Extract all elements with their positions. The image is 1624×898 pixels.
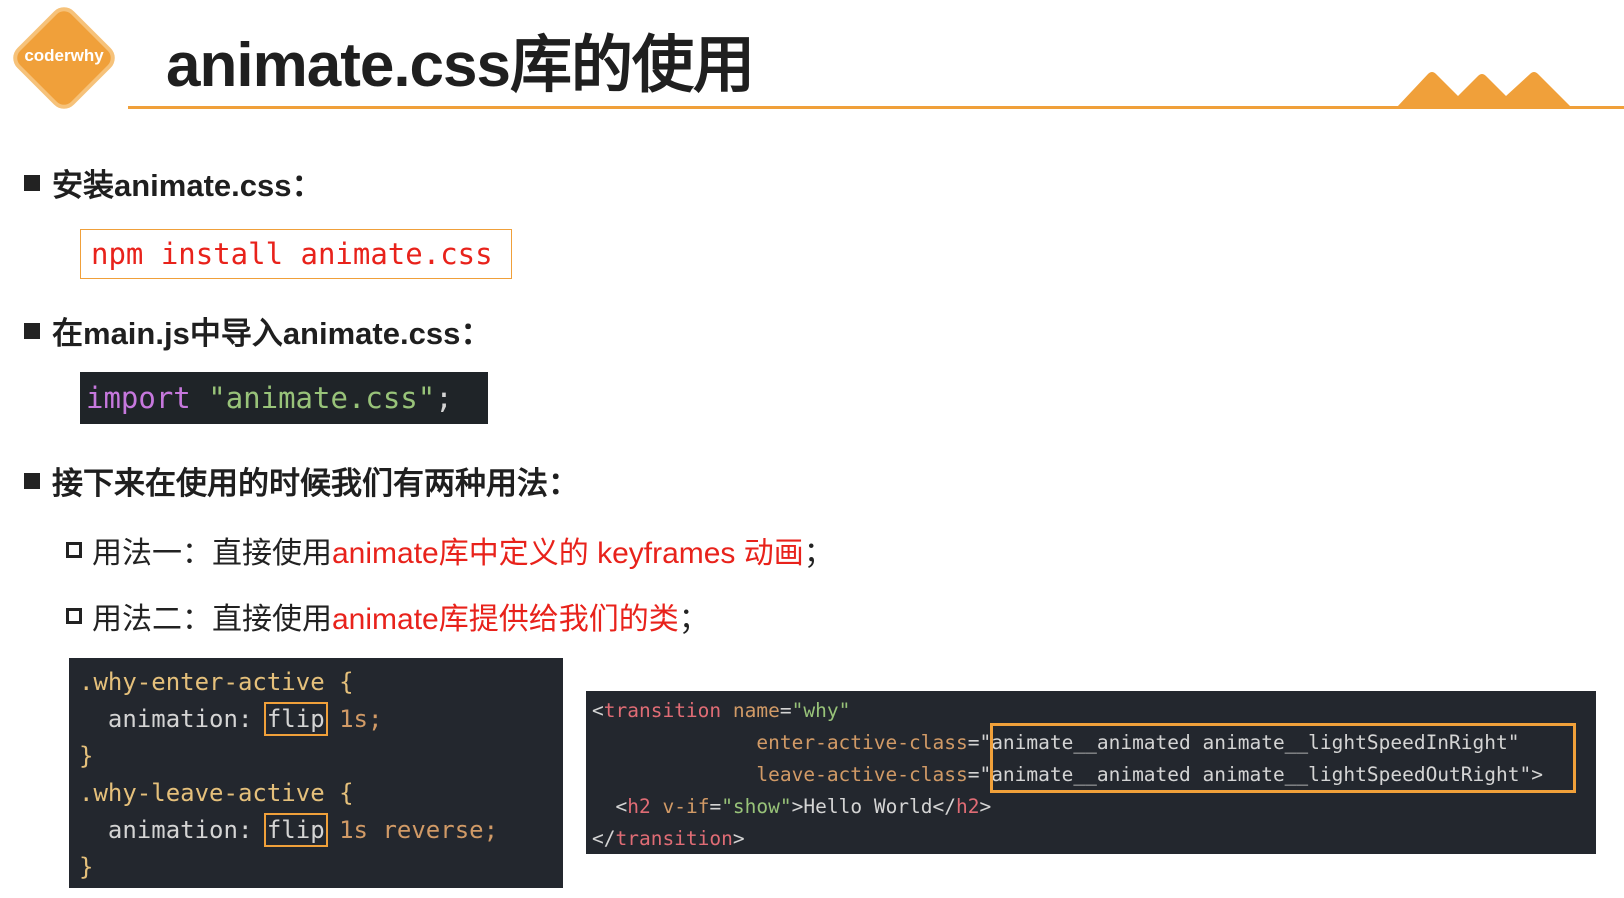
usage-2-highlight: animate库提供给我们的类 [332,603,679,636]
attr-name: v-if [662,795,710,818]
square-bullet-icon [24,472,40,489]
flip-highlight: flip [263,813,328,847]
usage-1: 用法一：直接使用 animate库中定义的 keyframes 动画； [66,528,834,572]
import-string: "animate.css" [208,381,436,415]
logo: coderwhy [13,7,115,109]
mountain-decoration-icon [1396,72,1624,108]
attr-value: "show" [721,795,792,818]
attr-name: name [732,699,780,722]
import-keyword: import [86,381,191,415]
attr-name: enter-active-class [756,731,968,754]
import-semicolon: ; [435,381,453,415]
tag-name: transition [603,699,722,722]
import-heading: 在main.js中导入animate.css： [24,308,491,353]
tag-open: < [592,699,604,722]
usage-2: 用法二：直接使用 animate库提供给我们的类； [66,594,709,638]
usage-1-highlight: animate库中定义的 keyframes 动画 [332,537,804,570]
css-code-block: .why-enter-active { animation: flip 1s; … [69,658,563,888]
page-title: animate.css库的使用 [166,31,755,100]
css-brace: } [79,853,94,881]
usage-heading: 接下来在使用的时候我们有两种用法： [24,458,579,503]
css-selector-leave: .why-leave-active [79,779,325,807]
css-brace: } [79,742,94,770]
css-value: 1s reverse; [339,816,499,844]
hollow-square-bullet-icon [66,608,82,624]
usage-heading-text: 接下来在使用的时候我们有两种用法： [52,466,579,501]
usage-1-suffix: ； [803,537,834,570]
flip-highlight: flip [263,702,328,736]
css-value: 1s; [339,705,383,733]
tag-name: h2 [956,795,980,818]
install-heading-text: 安装animate.css： [52,168,323,203]
heading-text: Hello World [803,795,933,818]
usage-2-prefix: 用法二：直接使用 [92,603,332,636]
tag-name: transition [615,827,733,850]
logo-text: coderwhy [24,46,104,65]
css-brace: { [339,668,354,696]
css-selector-enter: .why-enter-active [79,668,325,696]
install-command-box: npm install animate.css [80,229,512,279]
class-highlight-box [990,723,1576,793]
square-bullet-icon [24,174,40,191]
install-heading: 安装animate.css： [24,160,323,205]
css-brace: { [339,779,354,807]
attr-name: leave-active-class [756,763,968,786]
css-prop: animation: [107,816,253,844]
import-code-box: import "animate.css"; [80,372,488,424]
tag-name: h2 [627,795,651,818]
attr-value: "why" [791,699,851,722]
square-bullet-icon [24,322,40,339]
hollow-square-bullet-icon [66,542,82,558]
usage-1-prefix: 用法一：直接使用 [92,537,332,570]
usage-2-suffix: ； [678,603,709,636]
import-heading-text: 在main.js中导入animate.css： [52,316,492,351]
css-prop: animation: [107,705,253,733]
